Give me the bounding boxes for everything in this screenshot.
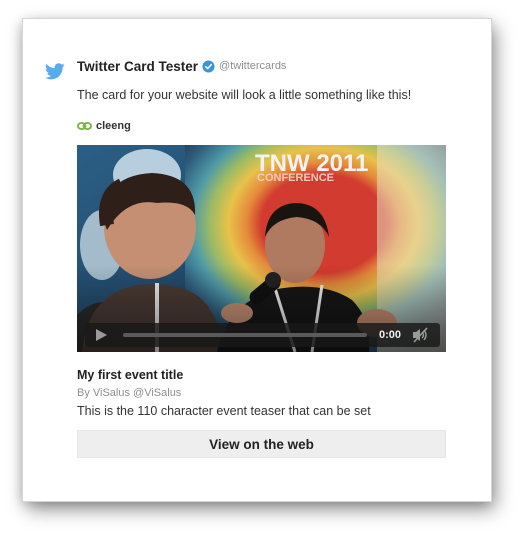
brand-attribution[interactable]: cleeng: [77, 119, 131, 133]
video-time: 0:00: [379, 329, 402, 341]
video-frame: TNW 2011 CONFERENCE: [77, 145, 446, 352]
twitter-card-preview: Twitter Card Tester @twittercards The ca…: [23, 19, 491, 501]
twitter-bird-icon: [45, 63, 65, 80]
volume-muted-icon[interactable]: [411, 327, 429, 343]
video-controls: 0:00: [85, 323, 440, 347]
account-handle[interactable]: @twittercards: [219, 60, 286, 72]
card-header: Twitter Card Tester @twittercards: [77, 57, 286, 75]
account-name[interactable]: Twitter Card Tester: [77, 59, 198, 74]
event-title[interactable]: My first event title: [77, 368, 183, 382]
banner-subtitle: CONFERENCE: [257, 172, 334, 184]
video-progress-bar[interactable]: [123, 333, 367, 337]
event-byline: By ViSalus @ViSalus: [77, 387, 182, 399]
brand-name: cleeng: [96, 120, 131, 132]
view-on-web-button[interactable]: View on the web: [77, 430, 446, 458]
cleeng-logo-icon: [77, 121, 92, 131]
video-player[interactable]: TNW 2011 CONFERENCE 0:00: [77, 145, 446, 352]
card-description: The card for your website will look a li…: [77, 88, 412, 102]
verified-badge-icon: [202, 59, 215, 73]
event-description: This is the 110 character event teaser t…: [77, 404, 371, 418]
play-icon[interactable]: [94, 328, 108, 342]
